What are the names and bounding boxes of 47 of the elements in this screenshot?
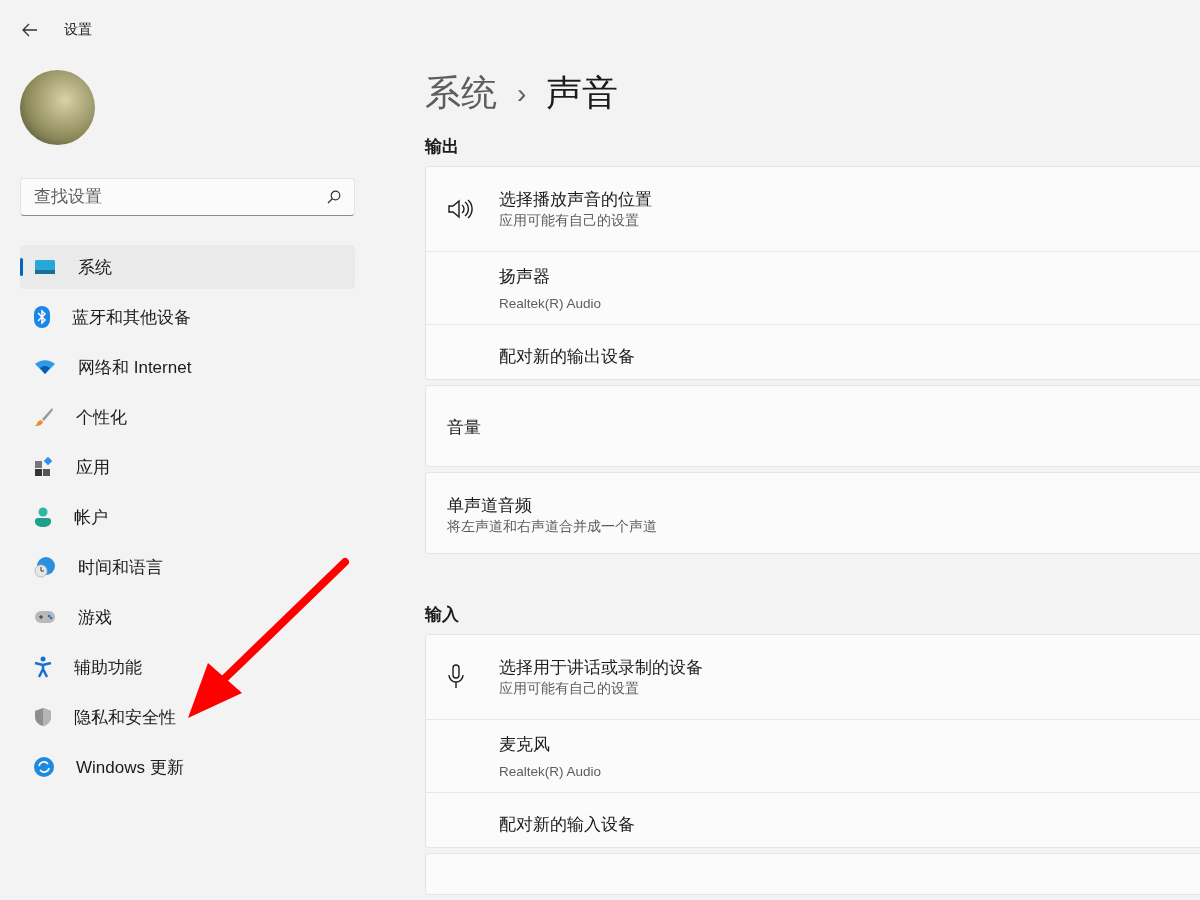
microphone-icon (447, 664, 465, 691)
nav-item[interactable]: 个性化 (20, 395, 131, 439)
accessibility-icon (34, 656, 52, 678)
apps-icon (34, 457, 54, 477)
brush-icon (34, 407, 54, 427)
setting-description: Realtek(R) Audio (499, 296, 602, 311)
nav-item[interactable]: 辅助功能 (20, 645, 146, 689)
setting-description: 将左声道和右声道合并成一个声道 (447, 518, 657, 536)
breadcrumb-link[interactable]: 系统 (425, 69, 497, 118)
setting-title: 配对新的输入设备 (499, 814, 635, 837)
search-field[interactable]: 查找设置 (20, 178, 355, 216)
nav-item[interactable]: Windows 更新 (20, 745, 188, 789)
selection-indicator (20, 258, 23, 276)
setting-title: 麦克风 (499, 734, 551, 757)
sync-icon (34, 757, 54, 777)
setting-title: 单声道音频 (447, 495, 533, 517)
nav-item[interactable]: 时间和语言 (20, 545, 167, 589)
globe-clock-icon (34, 556, 56, 578)
gamepad-icon (34, 610, 56, 624)
setting-title: 选择播放声音的位置 (499, 189, 652, 211)
page-title: 声音 (546, 71, 619, 115)
setting-description: Realtek(R) Audio (499, 764, 602, 780)
nav-item[interactable]: 网络和 Internet (20, 345, 196, 389)
nav-item[interactable]: 蓝牙和其他设备 (20, 295, 195, 339)
nav-item[interactable]: 隐私和安全性 (20, 695, 180, 739)
monitor-icon (34, 259, 56, 275)
nav-item[interactable]: 系统 (20, 245, 355, 289)
nav-item[interactable]: 游戏 (20, 595, 116, 639)
breadcrumb-separator: › (517, 77, 527, 110)
setting-title: 扬声器 (499, 266, 551, 288)
setting-title: 配对新的输出设备 (499, 346, 635, 368)
person-icon (34, 507, 52, 527)
nav-item[interactable]: 应用 (20, 445, 114, 489)
wifi-icon (34, 359, 56, 375)
setting-description: 应用可能有自己的设置 (499, 680, 640, 699)
nav-item[interactable]: 帐户 (20, 495, 112, 539)
setting-title: 选择用于讲话或录制的设备 (499, 657, 703, 680)
speaker-icon (447, 198, 473, 220)
search-icon[interactable] (327, 190, 341, 204)
bluetooth-icon (34, 306, 50, 328)
setting-title: 音量 (447, 417, 481, 440)
section-title: 输出 (425, 136, 460, 158)
setting-description: 应用可能有自己的设置 (499, 212, 640, 230)
shield-icon (34, 707, 52, 727)
window-title: 设置 (64, 21, 92, 39)
section-title: 输入 (425, 604, 460, 627)
back-arrow-icon[interactable] (22, 23, 38, 37)
